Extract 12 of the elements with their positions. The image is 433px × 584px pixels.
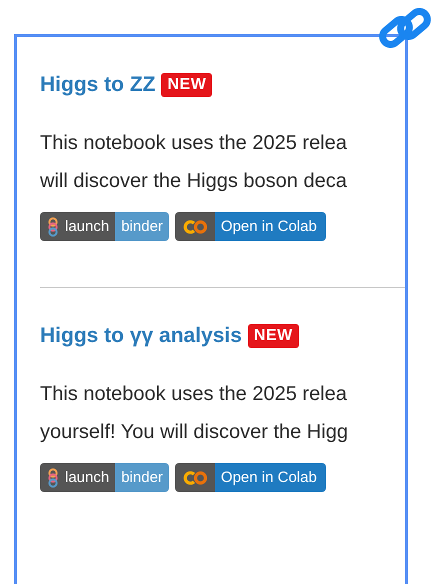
colab-logo-icon [182,218,209,234]
description-line: This notebook uses the 2025 relea [40,382,347,407]
new-badge: NEW [248,324,299,348]
new-badge: NEW [161,73,212,97]
notebook-title-link[interactable]: Higgs to ZZ [40,73,156,97]
colab-logo-icon [182,470,209,486]
description-line: yourself! You will discover the Higg [40,420,348,445]
description-line: will discover the Higgs boson deca [40,169,347,194]
description-line: This notebook uses the 2025 relea [40,131,347,156]
rings-icon [46,216,60,236]
notebook-title-link[interactable]: Higgs to γγ analysis [40,324,242,348]
rings-icon [46,468,60,488]
